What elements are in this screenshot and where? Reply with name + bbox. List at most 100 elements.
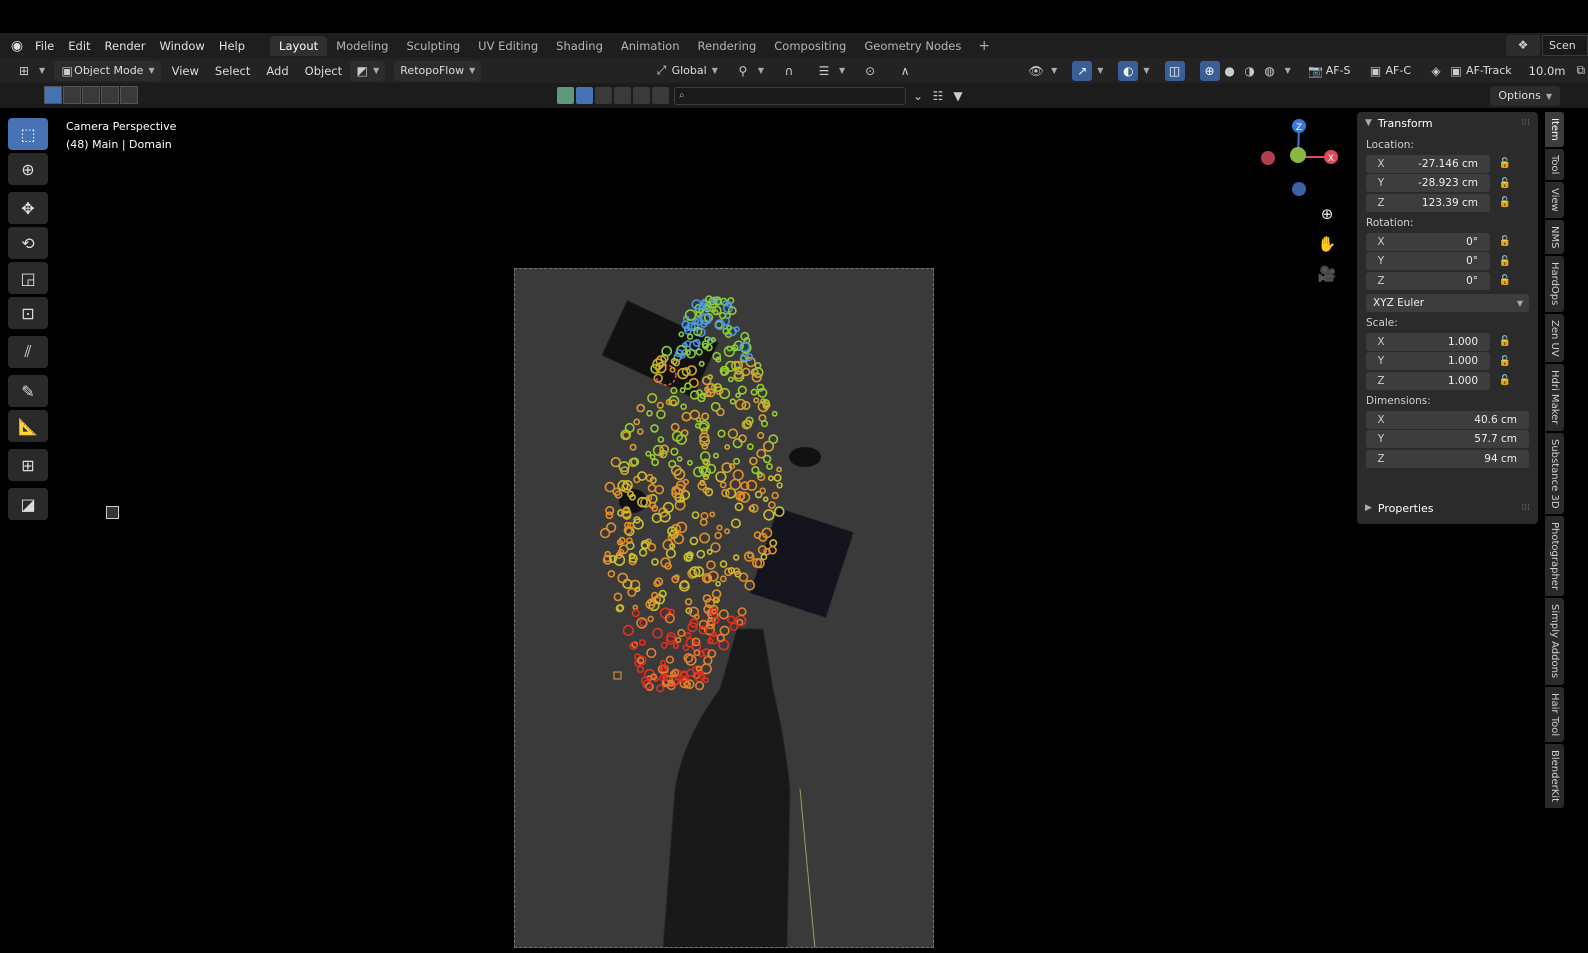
lock-icon[interactable]: 🔓	[1490, 256, 1520, 267]
location-x-field[interactable]: X -27.146 cm	[1366, 154, 1490, 173]
location-z-field[interactable]: Z 123.39 cm	[1366, 193, 1490, 212]
mode-dropdown[interactable]: ▣ Object Mode ▼	[54, 60, 161, 81]
af-track-button[interactable]: ◈ ▣ AF-Track	[1420, 61, 1518, 81]
chevron-down-icon[interactable]: ⌄	[908, 86, 928, 106]
falloff-dropdown[interactable]: ∧	[889, 61, 921, 81]
camera-view-icon[interactable]: ⧉	[1573, 61, 1588, 81]
editor-type-button[interactable]: ⊞ ▼	[8, 61, 51, 81]
rotation-z-field[interactable]: Z 0°	[1366, 271, 1490, 290]
tab-shading[interactable]: Shading	[547, 36, 612, 56]
transform-panel-header[interactable]: ▼ Transform ⁞⁞⁞	[1357, 112, 1538, 134]
header-menu-select[interactable]: Select	[207, 64, 258, 78]
solid-shading-icon[interactable]: ●	[1220, 61, 1240, 81]
sidebar-tab-photographer[interactable]: Photographer	[1545, 516, 1564, 597]
select-new-icon[interactable]	[44, 86, 62, 104]
camera-filter-icon[interactable]	[652, 87, 669, 104]
move-tool-icon[interactable]: ✥	[8, 192, 48, 224]
menu-window[interactable]: Window	[152, 39, 211, 53]
snap-target-dropdown[interactable]: ☰ ▼	[808, 61, 851, 81]
gizmo-neg-z-icon[interactable]	[1292, 182, 1306, 196]
mesh-filter-icon[interactable]	[557, 87, 574, 104]
material-shading-icon[interactable]: ◑	[1240, 61, 1260, 81]
header-menu-view[interactable]: View	[164, 64, 207, 78]
add-cube-tool-icon[interactable]: ⊞	[8, 449, 48, 481]
checker-icon[interactable]	[106, 506, 119, 519]
blender-logo-icon[interactable]: ◉	[6, 35, 28, 57]
proportional-edit-toggle[interactable]: ⊙	[854, 61, 886, 81]
annotate-line-tool-icon[interactable]: ⫽	[8, 336, 48, 368]
tab-uv-editing[interactable]: UV Editing	[469, 36, 547, 56]
select-subtract-icon[interactable]	[82, 86, 100, 104]
search-input[interactable]: ⌕	[674, 87, 906, 105]
lock-icon[interactable]: 🔓	[1490, 178, 1520, 189]
tab-sculpting[interactable]: Sculpting	[397, 36, 469, 56]
sphere-filter-icon[interactable]	[595, 87, 612, 104]
menu-file[interactable]: File	[28, 39, 61, 53]
menu-render[interactable]: Render	[98, 39, 153, 53]
gizmo-neg-x-icon[interactable]	[1261, 151, 1275, 165]
visibility-dropdown[interactable]: 👁 ▼	[1020, 61, 1063, 81]
tab-animation[interactable]: Animation	[612, 36, 689, 56]
select-invert-icon[interactable]	[101, 86, 119, 104]
lock-icon[interactable]: 🔓	[1490, 356, 1520, 367]
overlay-toggle[interactable]: ◐ ▼	[1112, 60, 1155, 81]
zoom-icon[interactable]: ⊕	[1315, 202, 1339, 226]
cursor-tool-icon[interactable]: ⊕	[8, 153, 48, 185]
shading-modes[interactable]: ⊕ ● ◑ ◍ ▼	[1194, 60, 1297, 81]
location-y-field[interactable]: Y -28.923 cm	[1366, 174, 1490, 192]
hierarchy-icon[interactable]: ☷	[928, 86, 948, 106]
orientation-dropdown[interactable]: ⤢ Global ▼	[646, 61, 724, 81]
add-workspace-button[interactable]: +	[970, 38, 998, 54]
scene-selector[interactable]: ❖ Scen	[1506, 35, 1588, 56]
scale-tool-icon[interactable]: ◲	[8, 262, 48, 294]
gpencil-button[interactable]: ◩ ▼	[350, 60, 386, 81]
camera-view-toggle-icon[interactable]: 🎥	[1315, 262, 1339, 286]
select-box-tool-icon[interactable]: ⬚	[8, 118, 48, 150]
scene-icon[interactable]: ❖	[1506, 35, 1540, 56]
hand-pan-icon[interactable]: ✋	[1315, 232, 1339, 256]
sidebar-tab-simply-addons[interactable]: Simply Addons	[1545, 598, 1564, 685]
transform-tool-icon[interactable]: ⊡	[8, 297, 48, 329]
rotation-x-field[interactable]: X 0°	[1366, 232, 1490, 251]
retopoflow-dropdown[interactable]: RetopoFlow ▼	[394, 60, 482, 81]
xray-toggle[interactable]: ◫	[1159, 60, 1191, 81]
sidebar-tab-hair-tool[interactable]: Hair Tool	[1545, 686, 1564, 742]
rotate-tool-icon[interactable]: ⟲	[8, 227, 48, 259]
sidebar-tab-blenderkit[interactable]: BlenderKit	[1545, 743, 1564, 808]
lock-icon[interactable]: 🔓	[1490, 158, 1520, 169]
3d-viewport[interactable]: Camera Perspective (48) Main | Domain	[0, 108, 1545, 953]
rotation-mode-dropdown[interactable]: XYZ Euler ▼	[1366, 294, 1529, 312]
world-filter-icon[interactable]	[633, 87, 650, 104]
tab-layout[interactable]: Layout	[270, 35, 328, 56]
sidebar-tab-hdri-maker[interactable]: Hdri Maker	[1545, 364, 1564, 431]
sidebar-tab-hardops[interactable]: HardOps	[1545, 256, 1564, 312]
tab-geometry-nodes[interactable]: Geometry Nodes	[855, 36, 970, 56]
gizmo-toggle[interactable]: ↗ ▼	[1066, 60, 1109, 81]
light-filter-icon[interactable]	[614, 87, 631, 104]
snap-toggle[interactable]: ∩	[773, 61, 805, 81]
select-extend-icon[interactable]	[63, 86, 81, 104]
sidebar-tab-view[interactable]: View	[1545, 182, 1564, 218]
wireframe-shading-icon[interactable]: ⊕	[1199, 60, 1220, 81]
select-intersect-icon[interactable]	[120, 86, 138, 104]
menu-help[interactable]: Help	[212, 39, 252, 53]
scale-x-field[interactable]: X 1.000	[1366, 332, 1490, 351]
sidebar-tab-nms[interactable]: NMS	[1545, 219, 1564, 255]
dimensions-z-field[interactable]: Z 94 cm	[1366, 449, 1529, 468]
tab-modeling[interactable]: Modeling	[327, 36, 397, 56]
extra-tool-icon[interactable]: ◪	[8, 488, 48, 520]
lock-icon[interactable]: 🔓	[1490, 275, 1520, 286]
rotation-y-field[interactable]: Y 0°	[1366, 252, 1490, 270]
lock-icon[interactable]: 🔓	[1490, 197, 1520, 208]
box-filter-icon[interactable]	[576, 87, 593, 104]
tab-rendering[interactable]: Rendering	[689, 36, 766, 56]
header-menu-object[interactable]: Object	[297, 64, 350, 78]
filter-icon[interactable]: ▼	[948, 86, 968, 106]
af-s-button[interactable]: 📷 AF-S	[1300, 61, 1357, 81]
sidebar-tab-tool[interactable]: Tool	[1545, 148, 1564, 181]
dimensions-y-field[interactable]: Y 57.7 cm	[1366, 430, 1529, 448]
rendered-shading-icon[interactable]: ◍	[1260, 61, 1280, 81]
gizmo-y-icon[interactable]	[1290, 147, 1306, 163]
menu-edit[interactable]: Edit	[61, 39, 97, 53]
af-c-button[interactable]: ▣ AF-C	[1360, 61, 1418, 81]
